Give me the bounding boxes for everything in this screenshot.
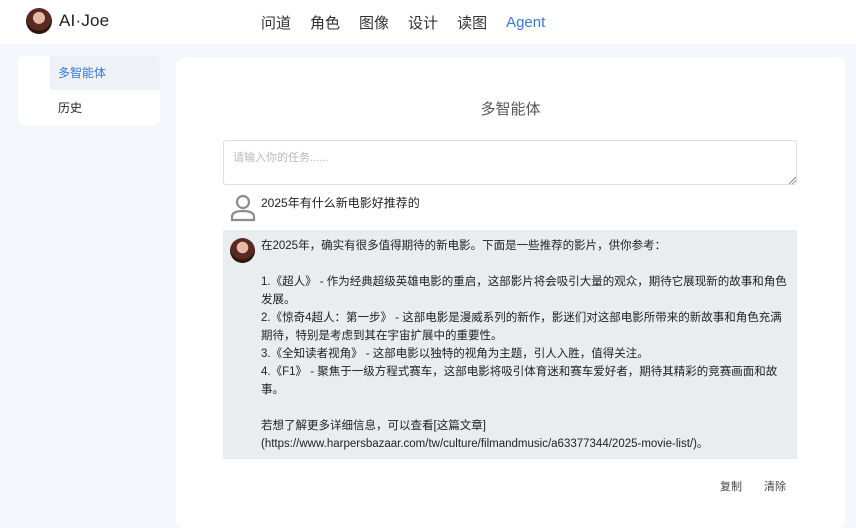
reply-item: 1.《超人》 - 作为经典超级英雄电影的重启，这部影片将会吸引大量的观众，期待它… bbox=[261, 276, 787, 306]
brand-name: AI·Joe bbox=[59, 11, 110, 30]
task-input[interactable] bbox=[223, 140, 797, 185]
reply-outro: 若想了解更多详细信息，可以查看[这篇文章] bbox=[261, 420, 486, 432]
reply-item: 2.《惊奇4超人：第一步》 - 这部电影是漫威系列的新作，影迷们对这部电影所带来… bbox=[261, 312, 782, 342]
sidebar: 多智能体 历史 bbox=[18, 56, 160, 125]
top-navbar: AI·Joe 问道 角色 图像 设计 读图 Agent bbox=[0, 0, 856, 44]
assistant-reply-text: 在2025年，确实有很多值得期待的新电影。下面是一些推荐的影片，供你参考： 1.… bbox=[261, 237, 791, 453]
brand[interactable]: AI·Joe bbox=[26, 8, 109, 34]
page-title: 多智能体 bbox=[480, 101, 541, 118]
clear-button[interactable]: 清除 bbox=[764, 478, 786, 494]
reply-item: 4.《F1》 - 聚焦于一级方程式赛车，这部电影将吸引体育迷和赛车爱好者，期待其… bbox=[261, 366, 778, 396]
sidebar-item-multi-agent[interactable]: 多智能体 bbox=[50, 56, 160, 90]
main-panel: 多智能体 2025年有什么新电影好推荐的 在2025年，确实有很多值得期待的新电… bbox=[176, 58, 845, 528]
reply-link[interactable]: (https://www.harpersbazaar.com/tw/cultur… bbox=[261, 435, 791, 453]
nav-item-read-image[interactable]: 读图 bbox=[457, 12, 487, 33]
nav-item-wendao[interactable]: 问道 bbox=[261, 12, 291, 33]
nav-item-design[interactable]: 设计 bbox=[408, 12, 438, 33]
brand-avatar bbox=[26, 8, 52, 34]
sidebar-item-history[interactable]: 历史 bbox=[50, 91, 160, 125]
reply-intro: 在2025年，确实有很多值得期待的新电影。下面是一些推荐的影片，供你参考： bbox=[261, 240, 667, 252]
copy-button[interactable]: 复制 bbox=[720, 478, 742, 494]
main-nav: 问道 角色 图像 设计 读图 Agent bbox=[261, 0, 564, 44]
assistant-avatar bbox=[230, 238, 255, 263]
user-icon bbox=[230, 194, 256, 222]
user-message-text: 2025年有什么新电影好推荐的 bbox=[261, 196, 420, 210]
user-message: 2025年有什么新电影好推荐的 bbox=[228, 192, 420, 222]
reply-item: 3.《全知读者视角》 - 这部电影以独特的视角为主题，引人入胜，值得关注。 bbox=[261, 348, 649, 360]
nav-item-images[interactable]: 图像 bbox=[359, 12, 389, 33]
assistant-reply: 在2025年，确实有很多值得期待的新电影。下面是一些推荐的影片，供你参考： 1.… bbox=[223, 230, 797, 459]
resize-handle[interactable] bbox=[789, 177, 796, 184]
nav-item-roles[interactable]: 角色 bbox=[310, 12, 340, 33]
nav-item-agent[interactable]: Agent bbox=[506, 14, 545, 31]
